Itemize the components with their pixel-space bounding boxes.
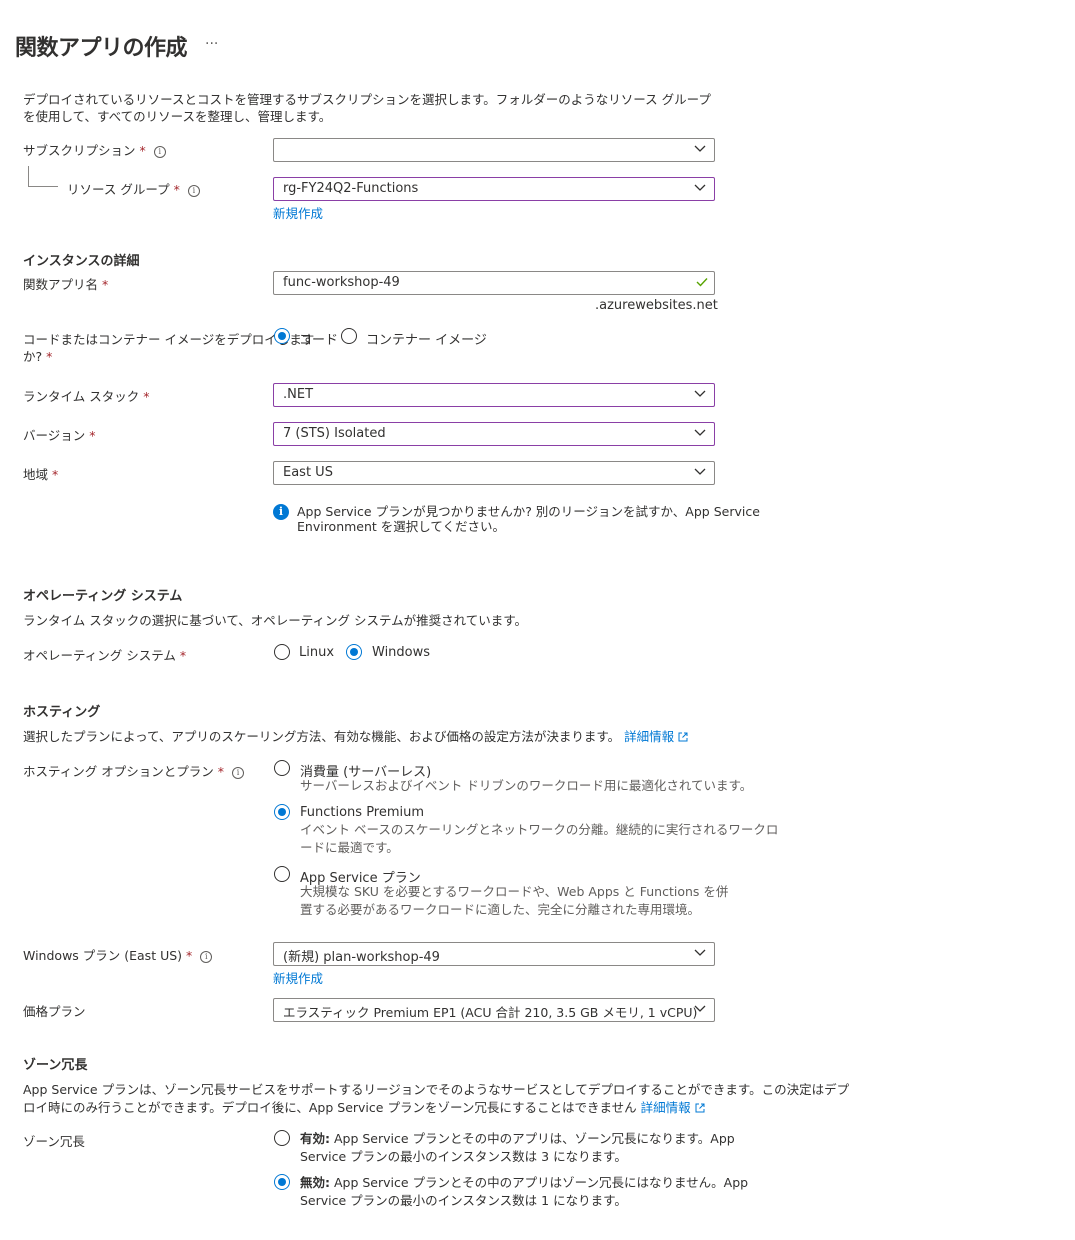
deploy-type-label: コードまたはコンテナー イメージをデプロイします か? *	[23, 332, 315, 364]
hosting-appservice-radio[interactable]	[274, 866, 290, 882]
info-icon[interactable]: i	[231, 767, 244, 779]
hosting-consumption-radio[interactable]	[274, 760, 290, 776]
hosting-heading: ホスティング	[23, 705, 101, 720]
hosting-premium-desc: イベント ベースのスケーリングとネットワークの分離。継続的に実行されるワークロー…	[300, 822, 779, 855]
zone-heading: ゾーン冗長	[23, 1058, 88, 1073]
chevron-down-icon	[694, 429, 706, 436]
windows-plan-label: Windows プラン (East US) * i	[23, 947, 213, 964]
os-linux-label[interactable]: Linux	[299, 645, 334, 660]
version-label: バージョン *	[23, 428, 96, 443]
more-options-button[interactable]: ···	[205, 36, 218, 52]
plan-create-new-link[interactable]: 新規作成	[273, 968, 323, 987]
pricing-plan-label: 価格プラン	[23, 1004, 86, 1019]
os-label: オペレーティング システム *	[23, 648, 187, 663]
app-name-label: 関数アプリ名 *	[23, 277, 109, 292]
app-name-input[interactable]: func-workshop-49	[273, 271, 715, 295]
chevron-down-icon	[694, 1005, 706, 1012]
zone-enabled-text[interactable]: 有効: App Service プランとその中のアプリは、ゾーン冗長になります。…	[300, 1130, 735, 1166]
chevron-down-icon	[694, 949, 706, 956]
chevron-down-icon	[694, 184, 706, 191]
os-windows-label[interactable]: Windows	[372, 645, 430, 660]
runtime-stack-label: ランタイム スタック *	[23, 389, 150, 404]
windows-plan-dropdown[interactable]: (新規) plan-workshop-49	[273, 942, 715, 966]
subscription-dropdown[interactable]	[273, 138, 715, 162]
info-circle-icon: i	[273, 504, 289, 520]
deploy-code-radio[interactable]	[274, 328, 290, 344]
tree-line	[28, 166, 29, 186]
hosting-learn-more-link[interactable]: 詳細情報	[624, 729, 674, 744]
pricing-plan-dropdown[interactable]: エラスティック Premium EP1 (ACU 合計 210, 3.5 GB …	[273, 998, 715, 1022]
domain-suffix: .azurewebsites.net	[595, 298, 718, 313]
hosting-appservice-desc: 大規模な SKU を必要とするワークロードや、Web Apps と Functi…	[300, 884, 729, 917]
os-description: ランタイム スタックの選択に基づいて、オペレーティング システムが推奨されていま…	[23, 613, 527, 628]
resource-group-label: リソース グループ * i	[67, 181, 200, 198]
hosting-premium-title[interactable]: Functions Premium	[300, 805, 424, 820]
zone-label: ゾーン冗長	[23, 1134, 85, 1149]
external-link-icon	[678, 732, 688, 742]
page-title: 関数アプリの作成	[15, 36, 188, 61]
hosting-consumption-desc: サーバーレスおよびイベント ドリブンのワークロード用に最適化されています。	[300, 778, 753, 793]
os-heading: オペレーティング システム	[23, 589, 183, 604]
deploy-code-label[interactable]: コード	[299, 329, 338, 348]
hosting-description: 選択したプランによって、アプリのスケーリング方法、有効な機能、および価格の設定方…	[23, 728, 688, 745]
tree-line	[28, 186, 58, 187]
zone-enabled-radio[interactable]	[274, 1130, 290, 1146]
runtime-stack-dropdown[interactable]: .NET	[273, 383, 715, 407]
region-notice: App Service プランが見つかりませんか? 別のリージョンを試すか、Ap…	[297, 504, 760, 534]
external-link-icon	[695, 1103, 705, 1113]
deploy-container-radio[interactable]	[341, 328, 357, 344]
os-linux-radio[interactable]	[274, 644, 290, 660]
zone-learn-more-link[interactable]: 詳細情報	[641, 1100, 691, 1115]
deploy-container-label[interactable]: コンテナー イメージ	[366, 329, 487, 348]
info-icon[interactable]: i	[200, 951, 213, 963]
zone-disabled-radio[interactable]	[274, 1174, 290, 1190]
subscription-label: サブスクリプション * i	[23, 142, 166, 159]
checkmark-icon	[696, 278, 708, 287]
chevron-down-icon	[694, 468, 706, 475]
hosting-premium-radio[interactable]	[274, 804, 290, 820]
hosting-option-label: ホスティング オプションとプラン * i	[23, 763, 244, 780]
info-icon[interactable]: i	[153, 146, 166, 158]
instance-details-heading: インスタンスの詳細	[23, 254, 140, 269]
chevron-down-icon	[694, 145, 706, 152]
region-dropdown[interactable]: East US	[273, 461, 715, 485]
region-label: 地域 *	[23, 467, 59, 482]
info-icon[interactable]: i	[187, 185, 200, 197]
version-dropdown[interactable]: 7 (STS) Isolated	[273, 422, 715, 446]
zone-disabled-text[interactable]: 無効: App Service プランとその中のアプリはゾーン冗長にはなりません…	[300, 1174, 748, 1210]
os-windows-radio[interactable]	[346, 644, 362, 660]
intro-text: デプロイされているリソースとコストを管理するサブスクリプションを選択します。フォ…	[23, 92, 711, 124]
chevron-down-icon	[694, 390, 706, 397]
zone-description: App Service プランは、ゾーン冗長サービスをサポートするリージョンでそ…	[23, 1082, 850, 1115]
resource-group-dropdown[interactable]: rg-FY24Q2-Functions	[273, 177, 715, 201]
resource-group-create-new-link[interactable]: 新規作成	[273, 203, 323, 222]
